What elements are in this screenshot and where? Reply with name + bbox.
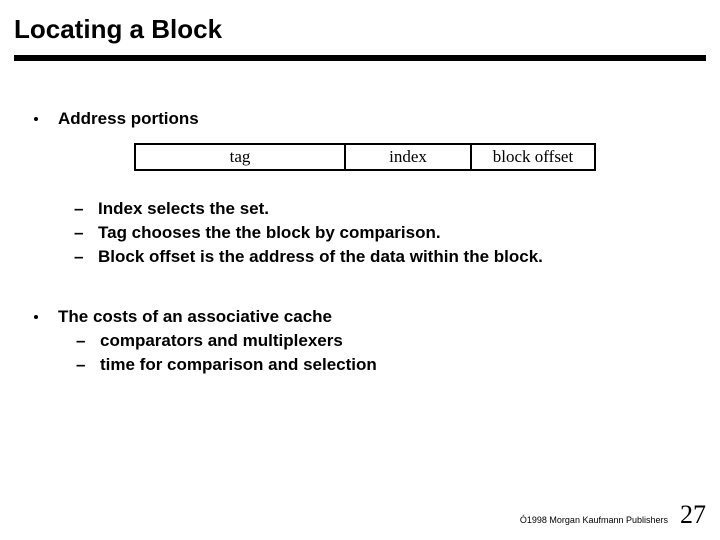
sub1-item1: Tag chooses the the block by comparison. (98, 223, 441, 243)
sub2-item0: comparators and multiplexers (100, 331, 343, 351)
dash-icon: – (74, 199, 86, 219)
dash-icon: – (74, 223, 86, 243)
page-number: 27 (680, 500, 706, 530)
bullet-dot-icon (34, 315, 38, 319)
list-item: – Index selects the set. (74, 199, 706, 219)
cell-block-offset: block offset (470, 143, 596, 171)
bullet-2-text: The costs of an associative cache (58, 307, 377, 327)
bullet-item-1: Address portions (14, 109, 706, 129)
cell-index: index (344, 143, 470, 171)
sub1-item0: Index selects the set. (98, 199, 269, 219)
sub-list-1: – Index selects the set. – Tag chooses t… (74, 199, 706, 267)
list-item: – Tag chooses the the block by compariso… (74, 223, 706, 243)
cell-tag: tag (134, 143, 344, 171)
list-item: – time for comparison and selection (76, 355, 377, 375)
list-item: – Block offset is the address of the dat… (74, 247, 706, 267)
sub1-item2: Block offset is the address of the data … (98, 247, 543, 267)
dash-icon: – (74, 247, 86, 267)
list-item: – comparators and multiplexers (76, 331, 377, 351)
bullet-item-2: The costs of an associative cache – comp… (14, 307, 706, 379)
slide-title: Locating a Block (0, 0, 720, 55)
dash-icon: – (76, 355, 88, 375)
slide-footer: Ó1998 Morgan Kaufmann Publishers 27 (520, 500, 706, 530)
slide-content: Address portions tag index block offset … (0, 61, 720, 379)
sub-list-2: – comparators and multiplexers – time fo… (76, 331, 377, 379)
address-portions-table: tag index block offset (134, 143, 706, 171)
bullet-dot-icon (34, 117, 38, 121)
copyright-text: Ó1998 Morgan Kaufmann Publishers (520, 515, 668, 525)
bullet-1-text: Address portions (58, 109, 199, 129)
sub2-item1: time for comparison and selection (100, 355, 377, 375)
dash-icon: – (76, 331, 88, 351)
